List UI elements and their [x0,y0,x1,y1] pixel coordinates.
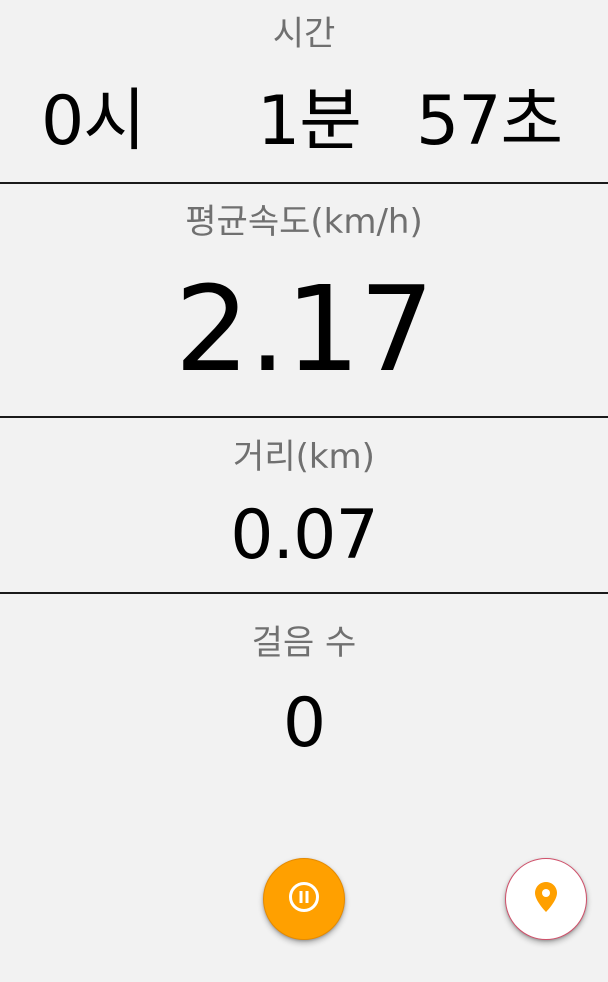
steps-label: 걸음 수 [251,623,357,663]
tracking-screen: 시간 0시 1분 57초 평균속도(km/h) 2.17 거리(km) 0.07… [0,0,608,982]
time-label: 시간 [272,14,336,54]
distance-value: 0.07 [230,496,378,575]
time-minutes: 1분 [257,82,362,161]
location-pin-icon [533,880,559,918]
divider [0,592,608,594]
time-hours: 0시 [41,82,146,161]
steps-value: 0 [282,684,326,763]
distance-label: 거리(km) [233,437,375,477]
pause-circle-icon [287,880,321,918]
pause-button[interactable] [263,858,345,940]
divider [0,416,608,418]
divider [0,182,608,184]
avg-speed-label: 평균속도(km/h) [185,202,423,242]
time-seconds: 57초 [416,82,563,161]
avg-speed-value: 2.17 [174,260,435,398]
location-button[interactable] [505,858,587,940]
